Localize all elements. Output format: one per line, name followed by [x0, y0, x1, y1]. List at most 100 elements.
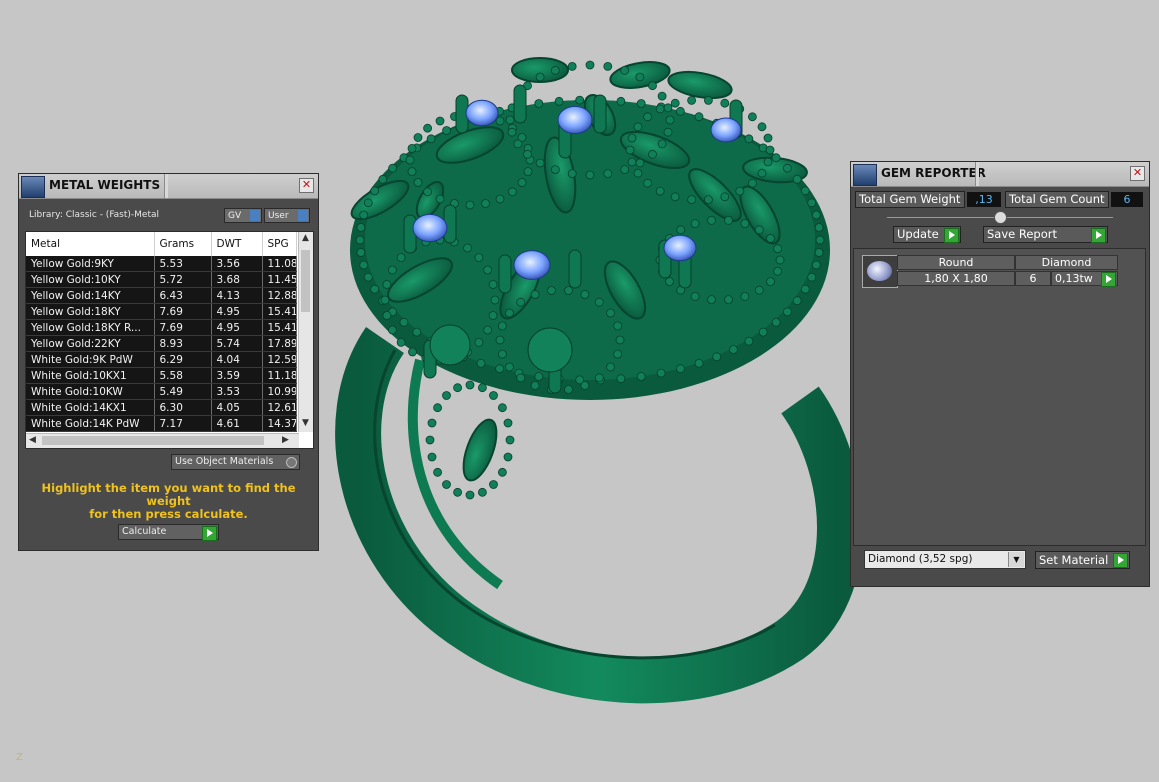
- bead: [763, 157, 773, 167]
- gem-stone[interactable]: [465, 99, 499, 127]
- bead: [766, 277, 775, 287]
- bead: [564, 385, 573, 394]
- bead: [489, 480, 498, 489]
- table-cell: 17.89: [262, 335, 297, 352]
- bead: [435, 116, 445, 126]
- gem-stone[interactable]: [412, 213, 448, 243]
- bead: [655, 186, 665, 196]
- scroll-down-icon[interactable]: ▼: [302, 418, 309, 428]
- prong: [513, 84, 527, 124]
- gem-slider-handle[interactable]: [994, 211, 1007, 224]
- bead: [775, 255, 785, 265]
- table-row[interactable]: White Gold:10KW 5.49 3.53 10.99: [26, 383, 297, 400]
- table-row[interactable]: Yellow Gold:18KY R... 7.69 4.95 15.41: [26, 319, 297, 336]
- bead: [620, 66, 630, 75]
- table-row[interactable]: Yellow Gold:10KY 5.72 3.68 11.45: [26, 271, 297, 288]
- bead: [687, 195, 696, 205]
- table-row[interactable]: White Gold:14K PdW 7.17 4.61 14.37: [26, 415, 297, 432]
- table-row[interactable]: White Gold:9K PdW 6.29 4.04 12.59: [26, 351, 297, 368]
- update-button[interactable]: Update: [893, 226, 961, 243]
- use-object-materials-option[interactable]: Use Object Materials: [171, 454, 300, 470]
- bead: [657, 139, 667, 149]
- table-row[interactable]: Yellow Gold:22KY 8.93 5.74 17.89: [26, 335, 297, 352]
- table-cell: 15.41: [262, 319, 297, 336]
- scroll-thumb[interactable]: [42, 436, 264, 445]
- gv-toggle[interactable]: GV: [224, 208, 262, 223]
- gem-stone[interactable]: [557, 105, 593, 135]
- column-header[interactable]: SPG: [262, 232, 297, 256]
- bead: [382, 280, 392, 289]
- save-report-button[interactable]: Save Report: [983, 226, 1108, 243]
- table-cell: 4.04: [211, 351, 263, 368]
- close-icon[interactable]: ✕: [299, 178, 314, 193]
- gem-thumbnail[interactable]: [862, 255, 898, 288]
- bead: [490, 295, 500, 305]
- table-row[interactable]: White Gold:14KX1 6.30 4.05 12.61: [26, 399, 297, 416]
- column-header[interactable]: Grams: [154, 232, 212, 256]
- bead: [474, 337, 484, 347]
- vertical-scrollbar[interactable]: ▲ ▼: [298, 232, 313, 432]
- gem-size: 1,80 X 1,80: [897, 271, 1015, 286]
- calculate-label: Calculate: [122, 526, 167, 537]
- title-notch: [164, 174, 168, 198]
- table-cell: 5.74: [211, 335, 263, 352]
- bead: [497, 403, 507, 413]
- scroll-right-icon[interactable]: ▶: [282, 435, 289, 445]
- column-header[interactable]: DWT: [211, 232, 263, 256]
- scroll-thumb[interactable]: [301, 250, 310, 312]
- table-row[interactable]: White Gold:10KX1 5.58 3.59 11.18: [26, 367, 297, 384]
- set-material-button[interactable]: Set Material: [1035, 551, 1130, 569]
- bead: [656, 368, 666, 378]
- round-gem-icon: [867, 261, 892, 281]
- bead: [396, 337, 406, 347]
- table-cell: 5.49: [154, 383, 212, 400]
- radio-icon[interactable]: [286, 457, 297, 468]
- gem-stone[interactable]: [663, 234, 697, 262]
- scroll-up-icon[interactable]: ▲: [302, 233, 309, 243]
- bead: [707, 295, 716, 305]
- bead: [792, 296, 802, 306]
- bead: [757, 122, 767, 132]
- gem-reporter-titlebar[interactable]: GEM REPORTER ✕: [851, 162, 1149, 187]
- bead: [413, 133, 423, 142]
- bead: [633, 168, 643, 178]
- table-cell: 6.30: [154, 399, 212, 416]
- gem-weight-button[interactable]: 0,13tw: [1051, 271, 1118, 287]
- bead: [687, 96, 696, 105]
- metal-weights-titlebar[interactable]: METAL WEIGHTS ✕: [19, 174, 318, 199]
- bead: [724, 295, 733, 305]
- bead: [603, 62, 613, 71]
- bead: [433, 467, 443, 477]
- bead: [567, 169, 577, 179]
- bead: [606, 362, 615, 372]
- total-gem-count-label: Total Gem Count: [1005, 191, 1109, 208]
- toggle-knob-icon: [298, 210, 308, 221]
- table-cell: 5.53: [154, 256, 212, 272]
- play-icon: [1091, 228, 1106, 243]
- bead: [407, 143, 417, 153]
- bead: [363, 272, 373, 282]
- bead: [370, 284, 380, 294]
- bead: [648, 81, 657, 91]
- gem-stone[interactable]: [513, 250, 551, 280]
- horizontal-scrollbar[interactable]: ◀ ▶: [26, 433, 299, 448]
- gem-stone[interactable]: [710, 117, 742, 143]
- metal-weights-app-icon: [21, 176, 45, 198]
- column-header[interactable]: Metal: [26, 232, 155, 256]
- bead: [567, 62, 577, 71]
- calculate-button[interactable]: Calculate: [118, 524, 219, 541]
- scroll-left-icon[interactable]: ◀: [29, 435, 36, 445]
- gem-material-select[interactable]: Diamond (3,52 spg) ▼: [864, 550, 1026, 569]
- table-row[interactable]: Yellow Gold:9KY 5.53 3.56 11.08: [26, 256, 297, 272]
- bead: [676, 225, 686, 235]
- metal-table: Metal Grams DWT SPG Yellow Gold:9KY 5.53 3.56…: [25, 231, 314, 449]
- chevron-down-icon[interactable]: ▼: [1008, 552, 1024, 567]
- close-icon[interactable]: ✕: [1130, 166, 1145, 181]
- bead: [748, 112, 757, 122]
- table-row[interactable]: Yellow Gold:18KY 7.69 4.95 15.41: [26, 303, 297, 320]
- user-toggle[interactable]: User: [264, 208, 310, 223]
- bead: [388, 163, 398, 173]
- bead: [356, 223, 366, 232]
- table-row[interactable]: Yellow Gold:14KY 6.43 4.13 12.88: [26, 287, 297, 304]
- bead: [613, 321, 622, 331]
